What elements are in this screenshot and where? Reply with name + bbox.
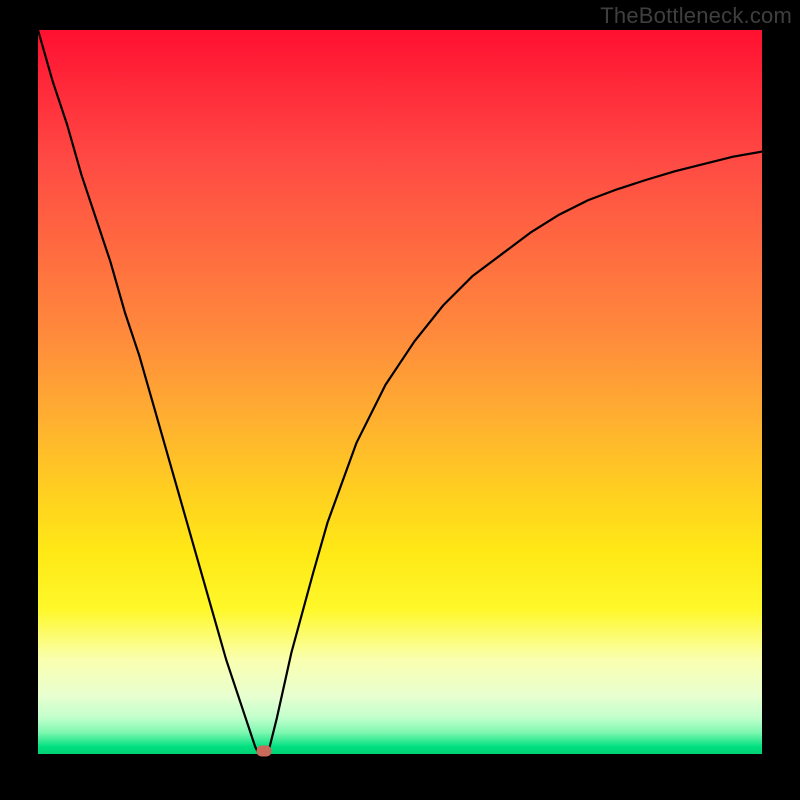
dip-marker — [256, 746, 271, 757]
watermark-text: TheBottleneck.com — [600, 3, 792, 29]
plot-area — [38, 30, 762, 754]
bottleneck-curve — [38, 30, 762, 754]
chart-frame: TheBottleneck.com — [0, 0, 800, 800]
